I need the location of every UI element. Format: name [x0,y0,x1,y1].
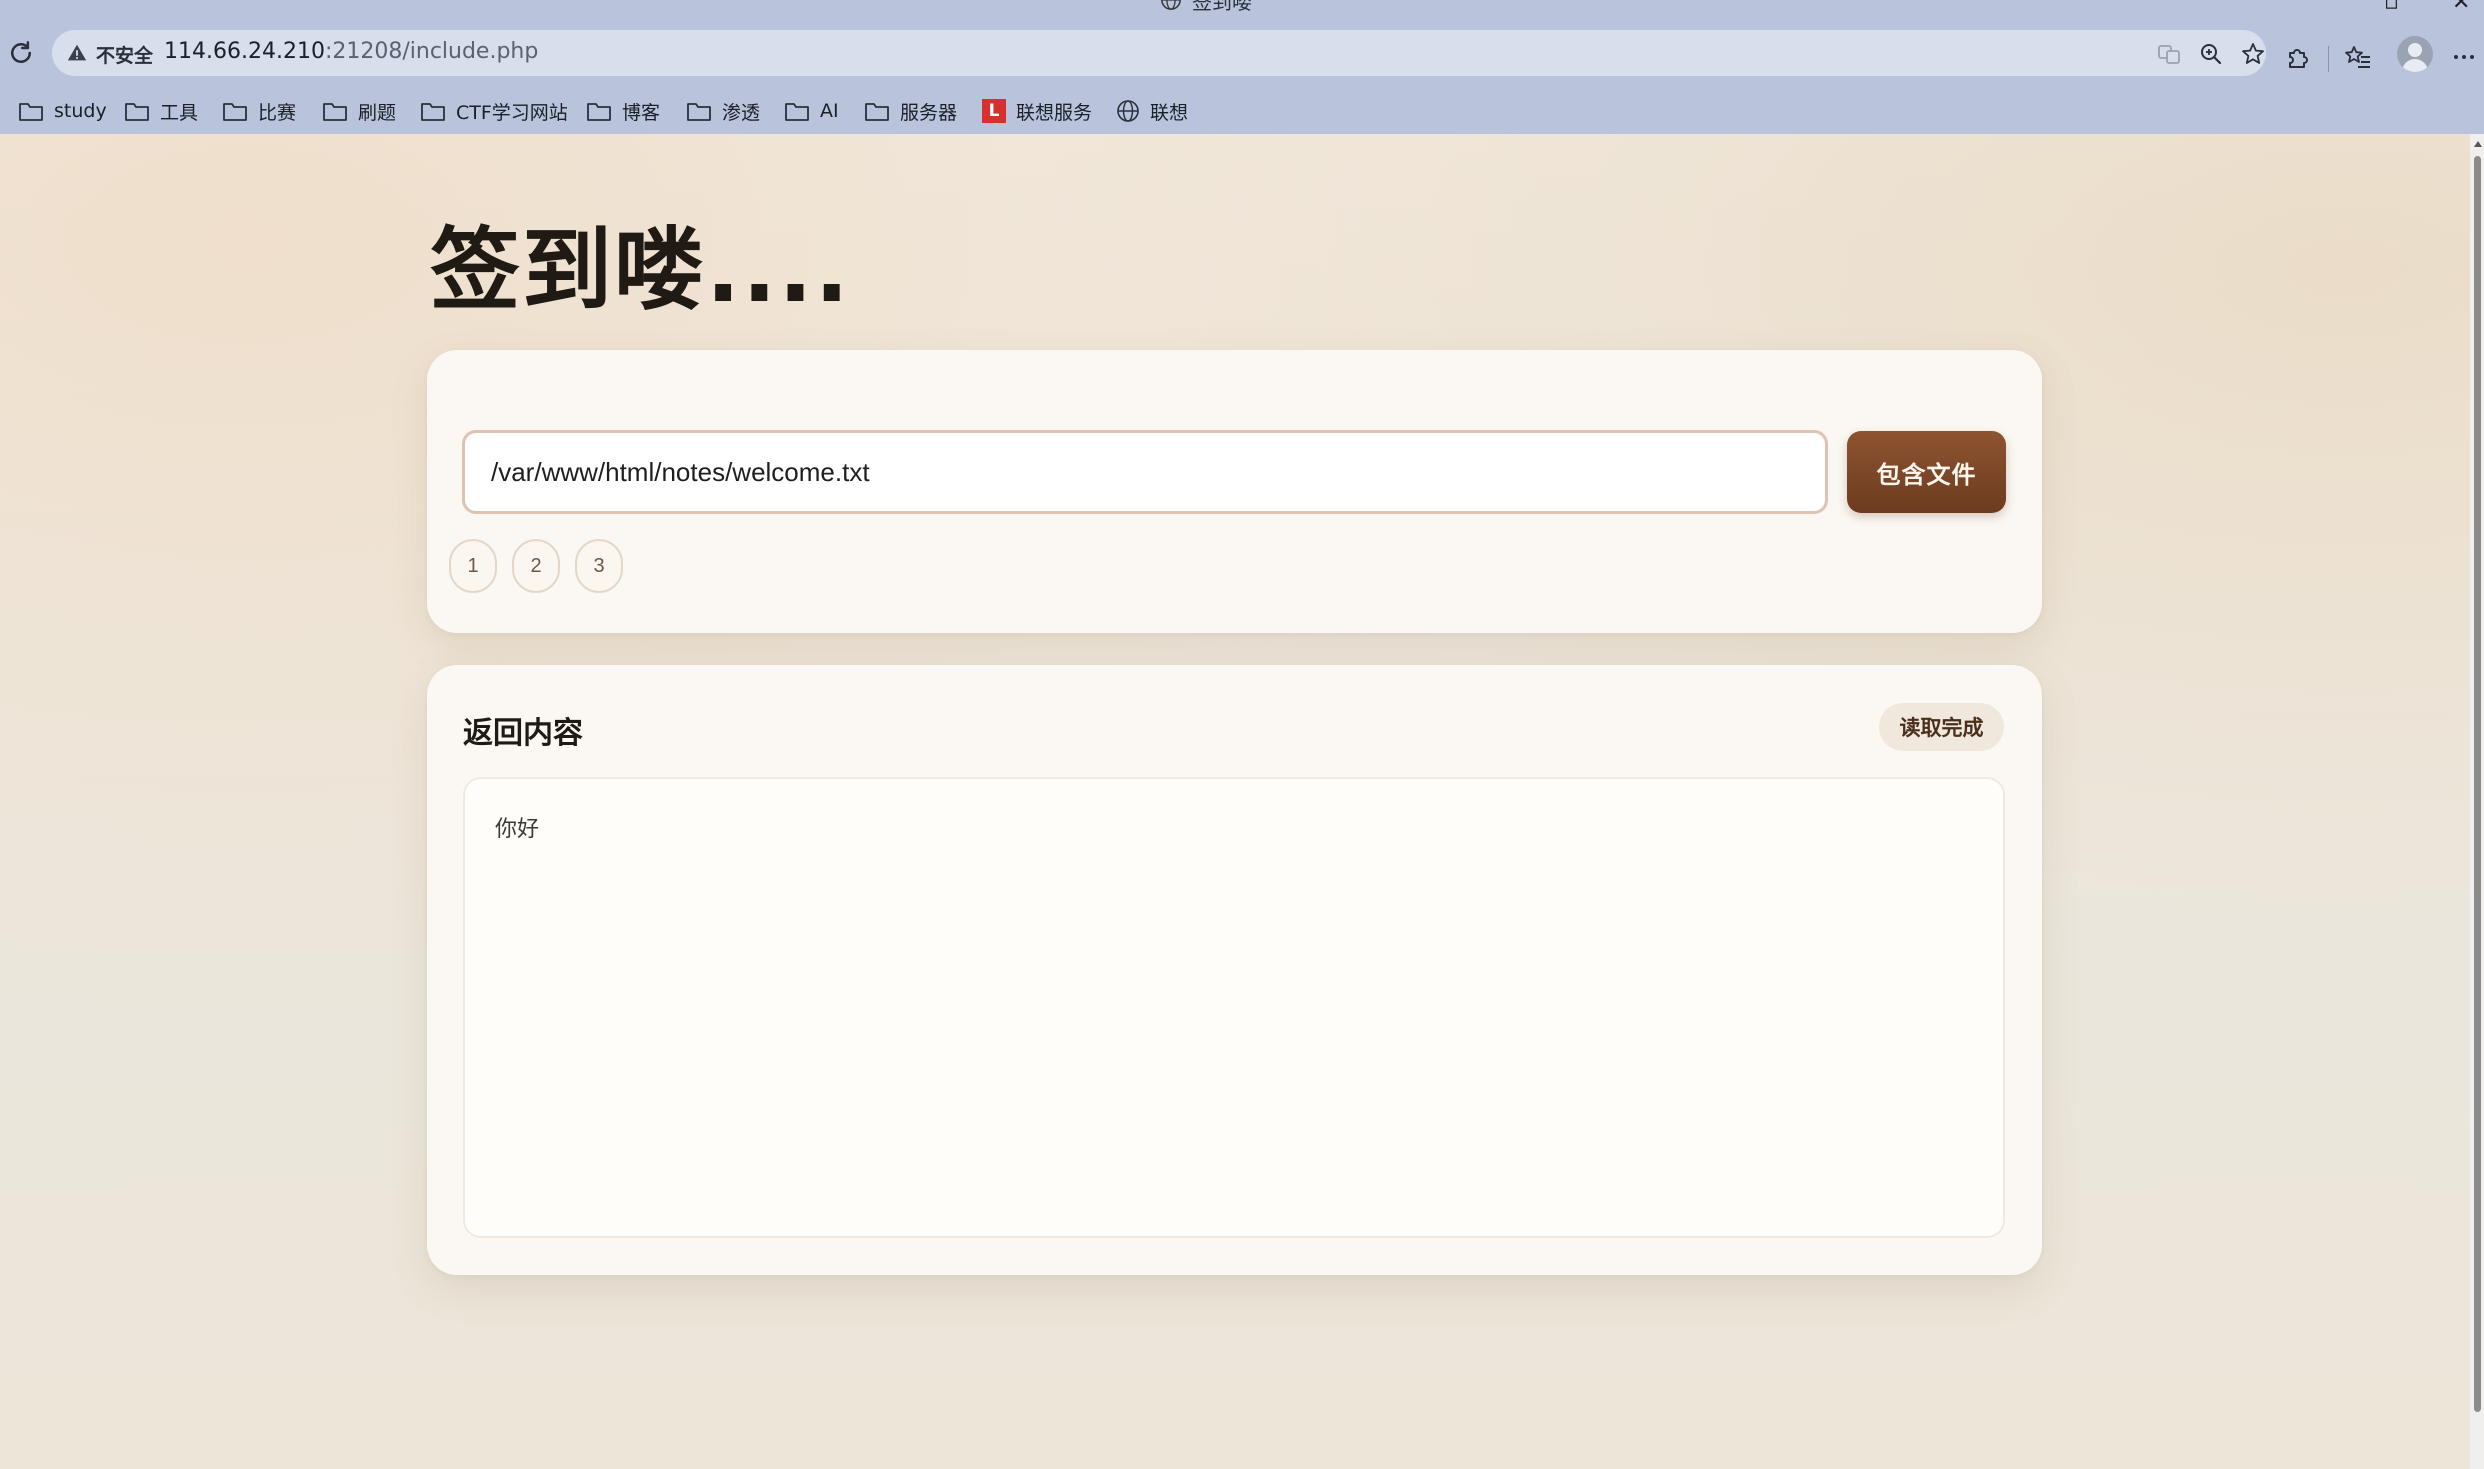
folder-icon [125,103,149,121]
folder-icon [785,103,809,121]
output-content-text: 你好 [495,817,540,842]
avatar-body [2402,59,2428,72]
folder-icon [323,103,347,121]
bookmark-label: AI [820,100,839,122]
folder-icon [687,103,711,121]
title-bar: 签到喽 ▫ ✕ [0,0,2484,18]
extensions-icon[interactable] [2284,43,2312,71]
window-title-text: 签到喽 [1192,0,1252,14]
folder-icon [19,103,43,121]
bookmark-label: 联想 [1150,101,1189,124]
output-title: 返回内容 [463,716,583,751]
output-card: 返回内容 读取完成 你好 [427,665,2042,1275]
include-file-button[interactable]: 包含文件 [1847,431,2006,513]
bookmark-practice[interactable]: 刷题 [322,94,396,128]
bookmark-label: 联想服务 [1016,101,1093,124]
favorites-icon[interactable] [2344,43,2372,71]
bookmark-label: 渗透 [722,101,761,124]
security-label[interactable]: 不安全 [96,41,153,68]
page-viewport: 签到喽.... 包含文件 1 2 3 返回内容 读取完成 你好 [0,134,2470,1469]
browser-toolbar: 不安全 114.66.24.210:21208/include.php [0,18,2484,88]
bookmark-pentest[interactable]: 渗透 [686,94,760,128]
output-content-box[interactable]: 你好 [463,777,2005,1238]
bookmark-label: 刷题 [358,101,397,124]
toolbar-separator [2328,46,2329,72]
bookmark-label: study [54,100,107,122]
scroll-up-arrow-icon[interactable] [2474,141,2482,147]
folder-icon [587,103,611,121]
close-window-icon[interactable]: ✕ [2452,0,2470,15]
status-badge: 读取完成 [1879,703,2004,751]
bookmark-label: 工具 [160,101,199,124]
folder-icon [865,103,889,121]
bookmark-label: 博客 [622,101,661,124]
window-title: 签到喽 [1160,0,1252,14]
profile-avatar[interactable] [2397,36,2433,72]
preset-chip-1[interactable]: 1 [449,539,497,593]
preset-chip-2[interactable]: 2 [512,539,560,593]
globe-icon [1117,100,1139,122]
bookmark-servers[interactable]: 服务器 [864,94,957,128]
bookmark-blogs[interactable]: 博客 [586,94,660,128]
globe-icon [1161,0,1181,10]
url-path: :21208/include.php [324,39,539,64]
file-path-input[interactable] [462,430,1828,514]
bookmark-ai[interactable]: AI [784,94,839,128]
include-form-card: 包含文件 1 2 3 [427,350,2042,633]
address-bar[interactable]: 不安全 114.66.24.210:21208/include.php [52,30,2266,76]
folder-icon [223,103,247,121]
bookmark-contests[interactable]: 比赛 [222,94,296,128]
bookmark-ctf-sites[interactable]: CTF学习网站 [420,94,568,128]
scrollbar-thumb[interactable] [2474,156,2481,1412]
bookmark-label: 比赛 [258,101,297,124]
bookmarks-bar: study 工具 比赛 刷题 CTF学习网站 博客 渗透 AI 服务器 L 联想… [0,88,2484,134]
more-icon[interactable] [2450,43,2478,71]
bookmark-label: CTF学习网站 [456,101,568,124]
translate-icon[interactable] [2156,41,2182,67]
bookmark-tools[interactable]: 工具 [124,94,198,128]
restore-window-icon[interactable]: ▫ [2384,0,2399,15]
folder-icon [421,103,445,121]
lenovo-logo-icon: L [982,99,1006,123]
reload-icon[interactable] [6,38,36,68]
zoom-icon[interactable] [2198,41,2224,67]
bookmark-lenovo-service[interactable]: L 联想服务 [982,94,1092,128]
url-host: 114.66.24.210 [164,39,325,64]
warning-icon[interactable] [66,42,88,64]
bookmark-study[interactable]: study [18,94,107,128]
bookmark-label: 服务器 [900,101,958,124]
preset-chip-3[interactable]: 3 [575,539,623,593]
star-icon[interactable] [2240,41,2266,67]
avatar-head [2408,43,2422,57]
url-text[interactable]: 114.66.24.210:21208/include.php [164,39,538,64]
bookmark-lenovo[interactable]: 联想 [1116,94,1188,128]
page-title: 签到喽.... [430,218,851,323]
